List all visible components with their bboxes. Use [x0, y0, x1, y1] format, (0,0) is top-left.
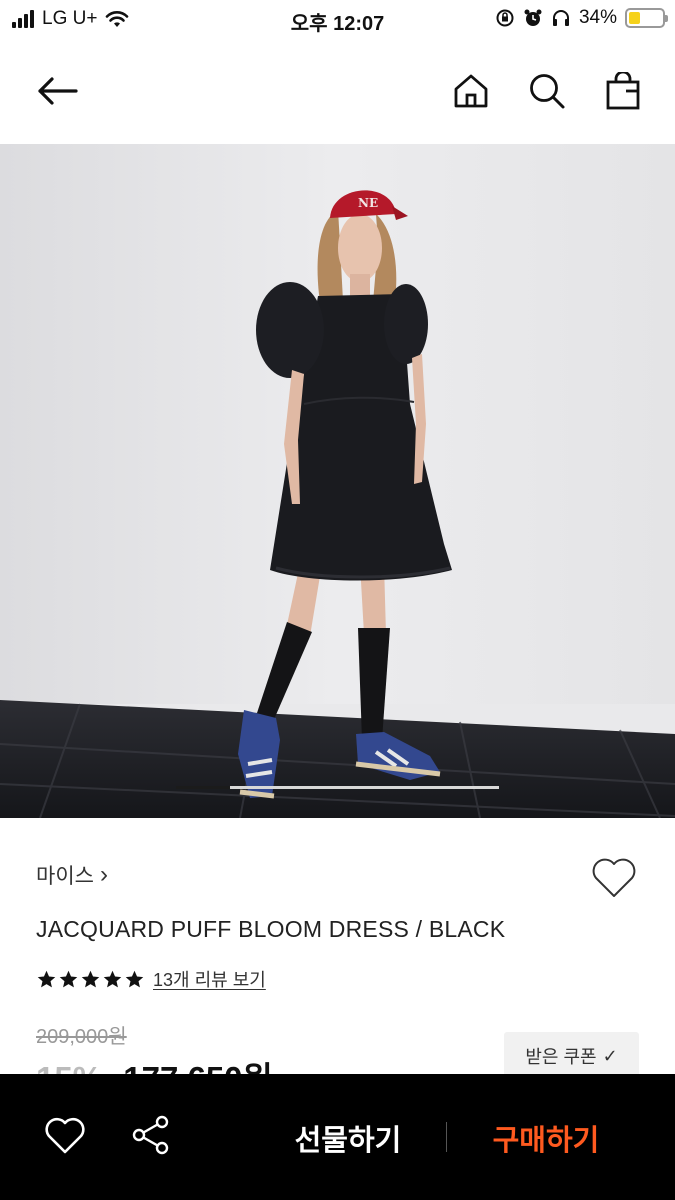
home-icon [454, 74, 488, 108]
heart-outline-icon [592, 858, 636, 897]
product-image[interactable]: NE [0, 144, 675, 818]
product-photo: NE [0, 144, 675, 818]
brand-name: 마이스 [36, 865, 94, 888]
battery-level [629, 12, 640, 24]
shopping-bag-icon [606, 72, 640, 110]
star-icon [103, 970, 122, 987]
battery-percent: 34% [578, 7, 617, 28]
status-right: 34% [495, 7, 668, 29]
image-pager-thumb [176, 786, 230, 789]
divider [446, 1122, 447, 1152]
star-icon [125, 970, 144, 987]
headphones-icon [552, 10, 569, 26]
orientation-lock-icon [496, 9, 514, 27]
wishlist-button[interactable] [590, 856, 638, 900]
rating-row: 13개 리뷰 보기 [36, 966, 266, 992]
arrow-left-icon [38, 77, 78, 105]
star-icon [59, 970, 78, 987]
rating-stars [36, 969, 145, 990]
star-icon [37, 970, 56, 987]
chevron-right-icon: › [99, 861, 108, 888]
coupon-button[interactable]: 받은 쿠폰 ✓ [504, 1032, 639, 1080]
cart-button[interactable] [602, 70, 644, 112]
check-icon: ✓ [602, 1045, 618, 1066]
search-button[interactable] [526, 70, 568, 112]
heart-icon [45, 1117, 85, 1154]
share-icon [132, 1115, 169, 1155]
wishlist-bottom-button[interactable] [44, 1116, 86, 1156]
product-name: JACQUARD PUFF BLOOM DRESS / BLACK [36, 916, 506, 942]
battery-icon [625, 8, 668, 28]
gift-button[interactable]: 선물하기 [270, 1110, 426, 1166]
nav-bar [0, 40, 675, 144]
buy-button[interactable]: 구매하기 [466, 1110, 626, 1166]
home-button[interactable] [450, 70, 492, 112]
svg-text:NE: NE [358, 196, 378, 210]
review-link[interactable]: 13개 리뷰 보기 [153, 966, 266, 992]
coupon-label: 받은 쿠폰 [525, 1047, 597, 1067]
original-price: 209,000원 [36, 1026, 127, 1048]
brand-link[interactable]: 마이스 › [36, 860, 108, 890]
bottom-action-bar: 선물하기 구매하기 [0, 1074, 675, 1200]
search-icon [530, 74, 565, 109]
back-button[interactable] [36, 70, 78, 112]
share-button[interactable] [130, 1114, 172, 1156]
alarm-icon [524, 9, 542, 26]
star-icon [81, 970, 100, 987]
status-bar: LG U+ 오후 12:07 34% [0, 0, 675, 38]
